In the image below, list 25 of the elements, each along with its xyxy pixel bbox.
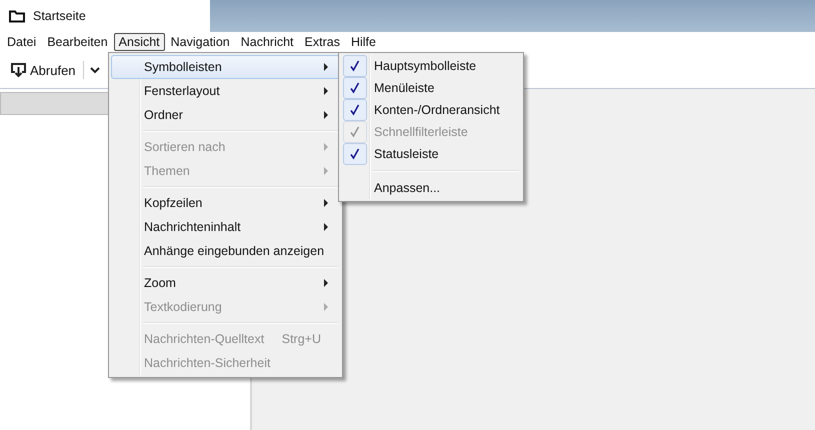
menu-bar-item[interactable]: Extras — [300, 33, 345, 51]
menu-item[interactable]: Anpassen... — [341, 177, 521, 199]
menu-item[interactable]: Menüleiste — [341, 77, 521, 99]
menu-item[interactable]: Anhänge eingebunden anzeigen — [111, 239, 340, 263]
menu-bar-item[interactable]: Bearbeiten — [42, 33, 113, 51]
folder-icon — [9, 10, 25, 22]
tab[interactable]: Startseite — [0, 0, 210, 32]
chevron-down-icon[interactable] — [88, 65, 101, 75]
tab-title: Startseite — [33, 9, 86, 23]
menu-bar-item[interactable]: Ansicht — [114, 33, 165, 51]
menu-item[interactable]: Konten-/Ordneransicht — [341, 99, 521, 121]
menu-item[interactable]: Kopfzeilen — [111, 191, 340, 215]
menu-bar-item[interactable]: Navigation — [166, 33, 235, 51]
menu-bar-item[interactable]: Datei — [2, 33, 42, 51]
menu-bar-item[interactable]: Nachricht — [236, 33, 299, 51]
get-messages-button[interactable]: Abrufen — [8, 60, 78, 80]
menu-bar-item[interactable]: Hilfe — [346, 33, 381, 51]
menu-item[interactable]: Fensterlayout — [111, 79, 340, 103]
menu-item[interactable]: Nachrichteninhalt — [111, 215, 340, 239]
menu-item[interactable]: Ordner — [111, 103, 340, 127]
menu-item[interactable]: Statusleiste — [341, 143, 521, 165]
menu-item[interactable]: Zoom — [111, 271, 340, 295]
download-icon — [10, 62, 27, 78]
menu-item[interactable]: Symbolleisten — [111, 55, 340, 79]
menu-item[interactable]: Hauptsymbolleiste — [341, 55, 521, 77]
